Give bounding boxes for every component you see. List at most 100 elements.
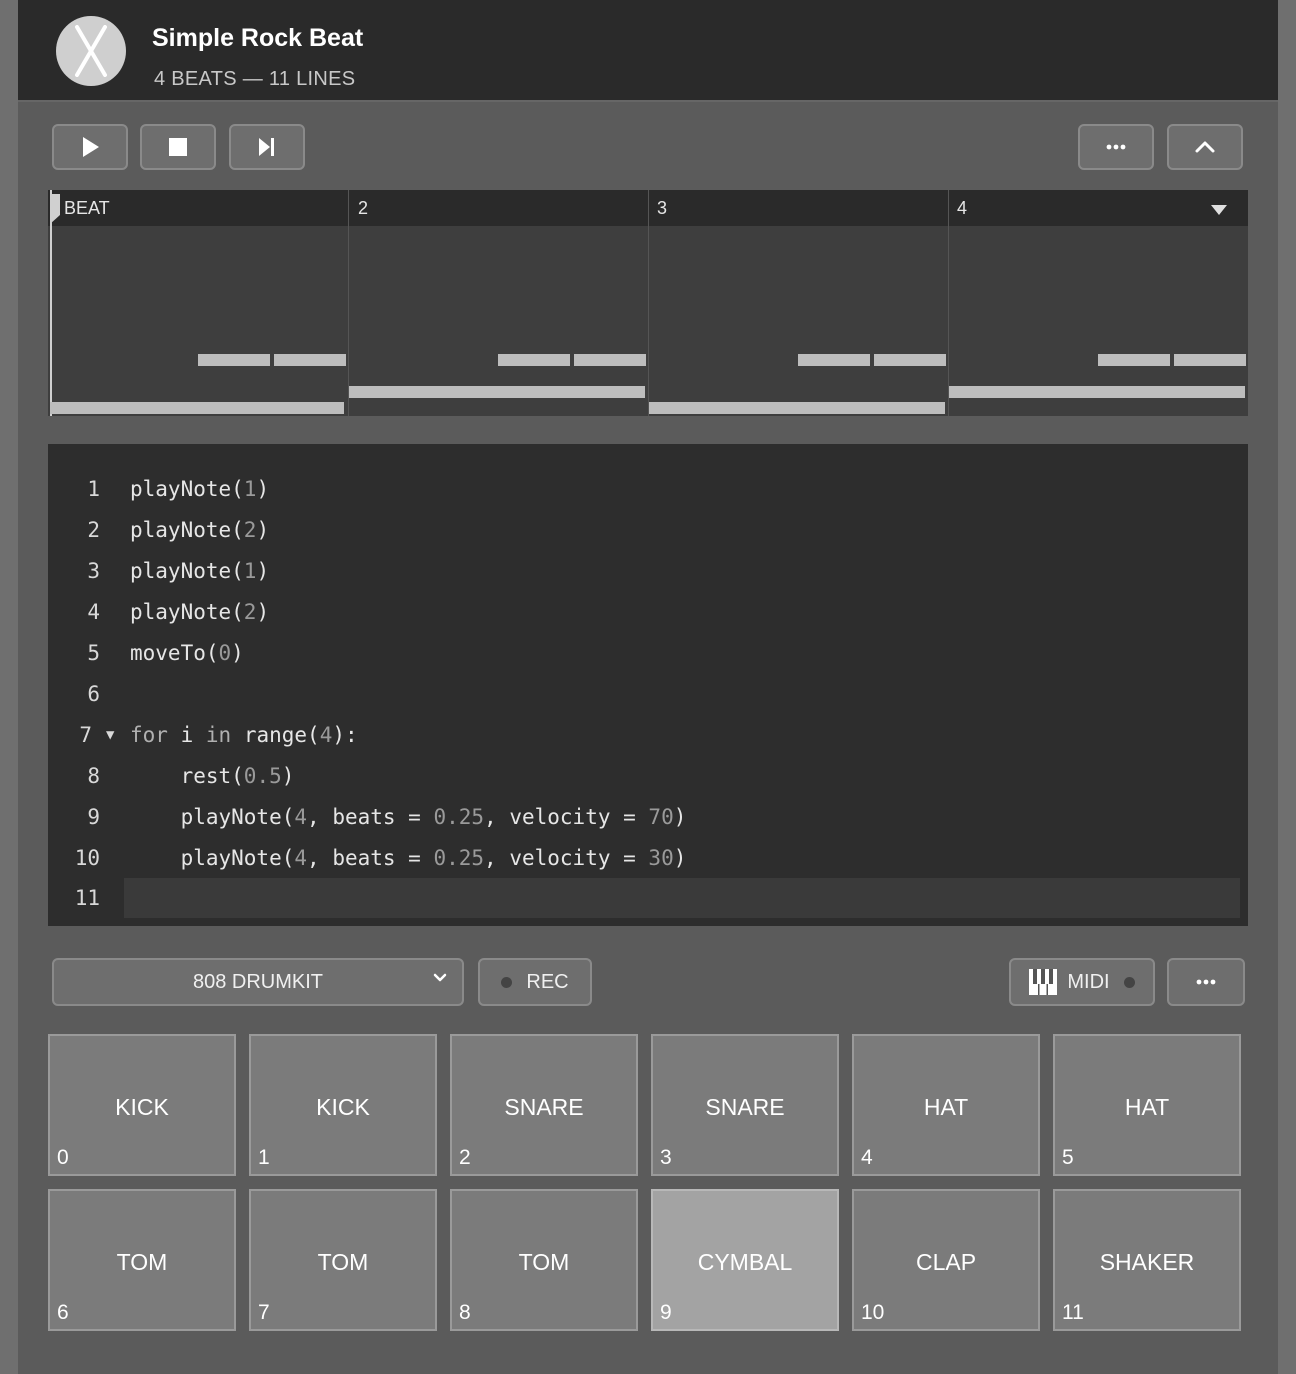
note-block: [498, 354, 570, 366]
drum-pad[interactable]: HAT 5: [1053, 1034, 1241, 1176]
pad-label: SNARE: [705, 1094, 785, 1120]
code-line[interactable]: 1 playNote(1): [48, 469, 1248, 509]
pad-number: 7: [258, 1301, 270, 1324]
line-code[interactable]: playNote(2): [130, 510, 269, 550]
pad-label: TOM: [116, 1249, 168, 1275]
line-number: 8: [87, 764, 100, 788]
pads-more-button[interactable]: [1167, 958, 1245, 1006]
fold-toggle-icon[interactable]: ▼: [106, 715, 114, 755]
record-indicator-icon: [501, 976, 513, 988]
drum-pad[interactable]: KICK 1: [249, 1034, 437, 1176]
line-code[interactable]: moveTo(0): [130, 633, 244, 673]
pad-number: 5: [1062, 1146, 1074, 1169]
chevron-up-icon: [1195, 141, 1215, 153]
line-number: 9: [87, 805, 100, 829]
pad-label: TOM: [317, 1249, 369, 1275]
note-block: [274, 354, 346, 366]
drum-pad[interactable]: HAT 4: [852, 1034, 1040, 1176]
more-icon: [1196, 979, 1216, 985]
stop-button[interactable]: [140, 124, 216, 170]
note-block: [1098, 354, 1170, 366]
timeline-dropdown-icon[interactable]: [1210, 204, 1228, 216]
code-line[interactable]: 5 moveTo(0): [48, 633, 1248, 673]
line-number: 10: [74, 846, 100, 870]
note-block: [798, 354, 870, 366]
line-code[interactable]: rest(0.5): [130, 756, 295, 796]
line-code[interactable]: playNote(4, beats = 0.25, velocity = 70): [130, 797, 687, 837]
line-number: 7: [79, 723, 92, 747]
note-block: [649, 402, 945, 414]
pad-number: 4: [861, 1146, 873, 1169]
play-icon: [83, 137, 99, 157]
note-block: [349, 386, 645, 398]
code-line[interactable]: 3 playNote(1): [48, 551, 1248, 591]
header: Simple Rock Beat 4 BEATS — 11 LINES: [18, 0, 1278, 102]
pad-number: 0: [57, 1146, 69, 1169]
midi-status-icon: [1123, 976, 1135, 988]
code-line[interactable]: 10 playNote(4, beats = 0.25, velocity = …: [48, 838, 1248, 878]
pad-label: HAT: [1124, 1094, 1170, 1120]
piano-keys-icon: [1029, 969, 1058, 995]
step-forward-icon: [259, 138, 274, 156]
code-line[interactable]: 2 playNote(2): [48, 510, 1248, 550]
line-number: 11: [74, 886, 100, 910]
code-line[interactable]: 9 playNote(4, beats = 0.25, velocity = 7…: [48, 797, 1248, 837]
beat-label-1: BEAT: [64, 198, 110, 218]
drum-pad-active[interactable]: CYMBAL 9: [651, 1189, 839, 1331]
note-block: [949, 386, 1245, 398]
project-subtitle: 4 BEATS — 11 LINES: [154, 68, 356, 90]
beat-divider: [348, 190, 349, 416]
line-code[interactable]: playNote(4, beats = 0.25, velocity = 30): [130, 838, 687, 878]
playhead-line: [50, 190, 52, 416]
line-number: 4: [87, 600, 100, 624]
beat-label-3: 3: [657, 198, 668, 218]
step-forward-button[interactable]: [229, 124, 305, 170]
line-number: 2: [87, 518, 100, 542]
record-label: REC: [526, 970, 569, 993]
drum-pad[interactable]: CLAP 10: [852, 1189, 1040, 1331]
midi-button[interactable]: MIDI: [1009, 958, 1155, 1006]
record-button[interactable]: REC: [478, 958, 592, 1006]
more-options-button[interactable]: [1078, 124, 1154, 170]
note-block: [874, 354, 946, 366]
pad-number: 6: [57, 1301, 69, 1324]
note-block: [198, 354, 270, 366]
line-code[interactable]: playNote(2): [130, 592, 269, 632]
code-editor[interactable]: 1 playNote(1) 2 playNote(2) 3 playNote(1…: [48, 444, 1248, 926]
beat-divider: [948, 190, 949, 416]
instrument-select[interactable]: 808 DRUMKIT: [52, 958, 464, 1006]
drum-pad[interactable]: SNARE 3: [651, 1034, 839, 1176]
collapse-button[interactable]: [1167, 124, 1243, 170]
pad-number: 8: [459, 1301, 471, 1324]
pad-label: CYMBAL: [697, 1249, 793, 1275]
line-code[interactable]: playNote(1): [130, 551, 269, 591]
drum-pad[interactable]: TOM 6: [48, 1189, 236, 1331]
pad-label: TOM: [518, 1249, 570, 1275]
pad-number: 2: [459, 1146, 471, 1169]
beat-divider: [648, 190, 649, 416]
pad-label: KICK: [115, 1094, 169, 1120]
project-title: Simple Rock Beat: [152, 24, 364, 52]
drum-pad[interactable]: SNARE 2: [450, 1034, 638, 1176]
code-line[interactable]: 11: [48, 878, 1248, 918]
code-line[interactable]: 6: [48, 674, 1248, 714]
note-block: [50, 402, 344, 414]
x-logo-icon: [75, 25, 107, 77]
code-line[interactable]: 7 ▼ for i in range(4):: [48, 715, 1248, 755]
drum-pad[interactable]: TOM 8: [450, 1189, 638, 1331]
pad-label: SNARE: [504, 1094, 584, 1120]
drum-pad[interactable]: TOM 7: [249, 1189, 437, 1331]
instrument-select-value: 808 DRUMKIT: [192, 970, 324, 993]
drum-pad[interactable]: KICK 0: [48, 1034, 236, 1176]
beat-timeline[interactable]: BEAT 2 3 4: [48, 190, 1248, 416]
play-button[interactable]: [52, 124, 128, 170]
app-logo: [56, 16, 126, 86]
beat-label-2: 2: [358, 198, 369, 218]
drum-pad[interactable]: SHAKER 11: [1053, 1189, 1241, 1331]
code-line[interactable]: 8 rest(0.5): [48, 756, 1248, 796]
line-code[interactable]: playNote(1): [130, 469, 269, 509]
line-number: 6: [87, 682, 100, 706]
code-line[interactable]: 4 playNote(2): [48, 592, 1248, 632]
stop-icon: [169, 138, 187, 156]
line-code[interactable]: for i in range(4):: [130, 715, 358, 755]
